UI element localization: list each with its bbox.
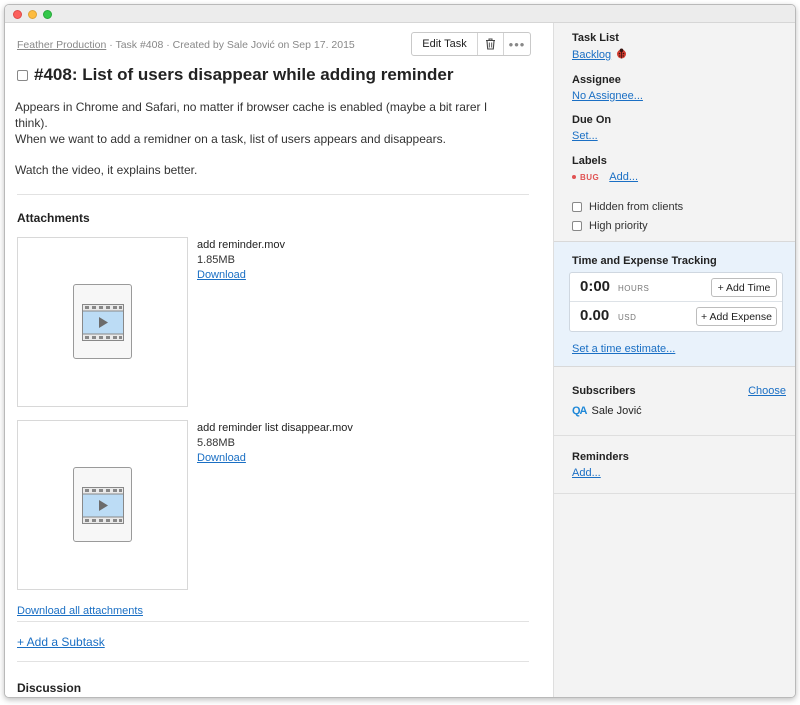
hidden-from-clients-label: Hidden from clients bbox=[589, 201, 684, 213]
download-all-attachments-link[interactable]: Download all attachments bbox=[17, 605, 143, 617]
title-bar bbox=[5, 5, 795, 23]
description-line: When we want to add a remidner on a task… bbox=[15, 132, 446, 146]
due-on-field: Due On Set... bbox=[572, 114, 611, 142]
due-on-label: Due On bbox=[572, 114, 612, 126]
divider bbox=[17, 621, 529, 622]
task-toolbar: Edit Task ••• bbox=[411, 32, 531, 56]
add-subtask-link[interactable]: + Add a Subtask bbox=[17, 635, 105, 649]
attachment-info: add reminder list disappear.mov 5.88MB D… bbox=[197, 421, 353, 466]
task-title: #408: List of users disappear while addi… bbox=[34, 65, 454, 84]
description-line: Appears in Chrome and Safari, no matter … bbox=[15, 100, 488, 130]
subscriber-name: Sale Jović bbox=[591, 405, 642, 417]
labels-label: Labels bbox=[572, 155, 607, 167]
attachment-name: add reminder.mov bbox=[197, 239, 286, 251]
label-color-dot bbox=[572, 175, 576, 180]
minimize-window-button[interactable] bbox=[28, 10, 37, 19]
expense-row: 0.00 USD + Add Expense bbox=[570, 302, 782, 331]
attachment-thumbnail[interactable] bbox=[17, 420, 188, 590]
attachment-name: add reminder list disappear.mov bbox=[197, 422, 353, 434]
high-priority-option[interactable]: High priority bbox=[572, 220, 648, 232]
divider bbox=[554, 435, 795, 436]
hours-unit: HOURS bbox=[618, 284, 650, 293]
attachment-size: 1.85MB bbox=[197, 254, 235, 266]
task-sidebar: Task List Backlog Assignee No Assignee..… bbox=[553, 23, 795, 697]
more-options-button[interactable]: ••• bbox=[504, 33, 530, 55]
hours-value: 0:00 bbox=[580, 278, 611, 295]
high-priority-label: High priority bbox=[589, 220, 648, 232]
video-file-icon bbox=[73, 284, 132, 359]
high-priority-checkbox[interactable] bbox=[572, 221, 582, 231]
choose-subscribers-link[interactable]: Choose bbox=[748, 385, 786, 397]
due-on-set-link[interactable]: Set... bbox=[572, 130, 611, 142]
breadcrumb-meta: · Task #408 · Created by Sale Jović on S… bbox=[106, 39, 355, 51]
task-list-field: Task List Backlog bbox=[572, 32, 627, 61]
add-expense-button[interactable]: + Add Expense bbox=[696, 307, 777, 326]
assignee-label: Assignee bbox=[572, 74, 621, 86]
divider bbox=[554, 493, 795, 494]
discussion-heading: Discussion bbox=[17, 681, 82, 695]
attachment-download-link[interactable]: Download bbox=[197, 268, 285, 283]
description-line: Watch the video, it explains better. bbox=[15, 163, 198, 177]
trash-icon bbox=[486, 38, 495, 50]
breadcrumb-project-link[interactable]: Feather Production bbox=[17, 39, 106, 51]
close-window-button[interactable] bbox=[13, 10, 22, 19]
labels-field: Labels BUG Add... bbox=[572, 155, 638, 183]
task-list-value-link[interactable]: Backlog bbox=[572, 49, 611, 61]
usd-unit: USD bbox=[618, 313, 637, 322]
ladybug-icon bbox=[617, 48, 627, 59]
complete-task-checkbox[interactable] bbox=[17, 69, 28, 81]
breadcrumb: Feather Production · Task #408 · Created… bbox=[17, 39, 355, 51]
divider bbox=[17, 661, 529, 662]
task-list-label: Task List bbox=[572, 32, 619, 44]
task-main-panel: Feather Production · Task #408 · Created… bbox=[5, 23, 553, 697]
task-description: Appears in Chrome and Safari, no matter … bbox=[15, 99, 520, 178]
assignee-field: Assignee No Assignee... bbox=[572, 74, 643, 102]
app-window: Feather Production · Task #408 · Created… bbox=[4, 4, 796, 698]
attachment-size: 5.88MB bbox=[197, 437, 235, 449]
label-tag-bug[interactable]: BUG bbox=[580, 173, 599, 182]
time-row: 0:00 HOURS + Add Time bbox=[570, 273, 782, 302]
usd-value: 0.00 bbox=[580, 307, 610, 324]
hidden-from-clients-checkbox[interactable] bbox=[572, 202, 582, 212]
tracking-box: 0:00 HOURS + Add Time 0.00 USD + Add Exp… bbox=[569, 272, 783, 332]
subscribers-field: Subscribers Choose QA Sale Jović bbox=[572, 385, 786, 417]
attachment-download-link[interactable]: Download bbox=[197, 451, 353, 466]
assignee-value-link[interactable]: No Assignee... bbox=[572, 90, 643, 102]
zoom-window-button[interactable] bbox=[43, 10, 52, 19]
add-label-link[interactable]: Add... bbox=[609, 171, 638, 183]
hidden-from-clients-option[interactable]: Hidden from clients bbox=[572, 201, 683, 213]
video-file-icon bbox=[73, 467, 132, 542]
edit-task-button[interactable]: Edit Task bbox=[412, 33, 478, 55]
divider bbox=[17, 194, 529, 195]
set-time-estimate-link[interactable]: Set a time estimate... bbox=[572, 343, 675, 355]
time-expense-label: Time and Expense Tracking bbox=[572, 255, 717, 267]
time-expense-tracking-panel: Time and Expense Tracking 0:00 HOURS + A… bbox=[554, 241, 795, 367]
reminders-label: Reminders bbox=[572, 451, 629, 463]
avatar: QA bbox=[572, 405, 587, 417]
add-time-button[interactable]: + Add Time bbox=[711, 278, 777, 297]
task-title-row: #408: List of users disappear while addi… bbox=[17, 65, 453, 85]
delete-task-button[interactable] bbox=[478, 33, 504, 55]
add-reminder-link[interactable]: Add... bbox=[572, 467, 629, 479]
attachment-thumbnail[interactable] bbox=[17, 237, 188, 407]
attachments-heading: Attachments bbox=[17, 211, 90, 225]
attachment-info: add reminder.mov 1.85MB Download bbox=[197, 238, 285, 283]
reminders-field: Reminders Add... bbox=[572, 451, 629, 479]
